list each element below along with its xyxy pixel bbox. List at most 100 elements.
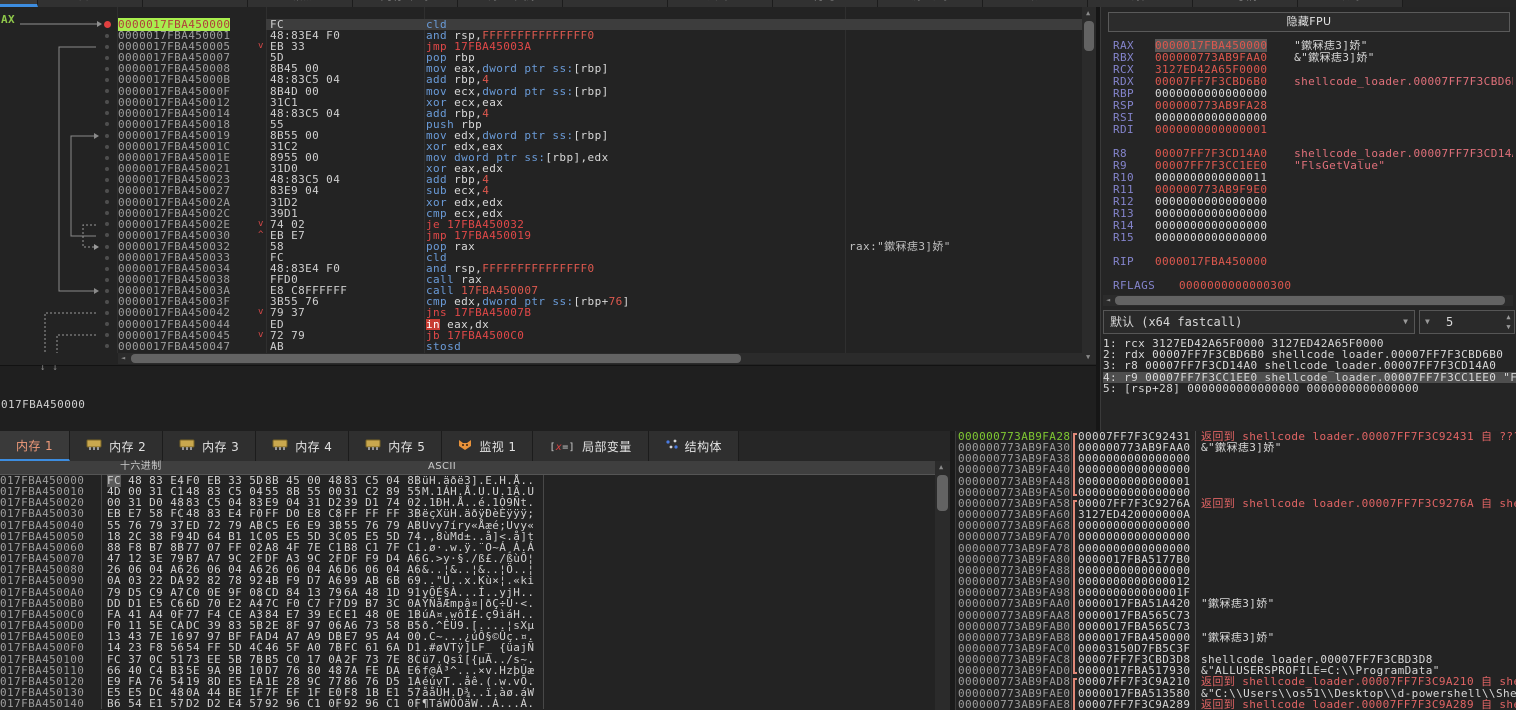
- stack-row[interactable]: 000000773AB9FAD800007FF7F3C9A210返回到 shel…: [956, 676, 1516, 687]
- bottom-tab-6[interactable]: 监视 1: [442, 431, 533, 461]
- disasm-row[interactable]: 0000017FBA45003AE8 C8FFFFFFcall 17FBA450…: [118, 285, 1082, 296]
- stack-row[interactable]: 000000773AB9FA700000000000000000: [956, 531, 1516, 542]
- dump-row[interactable]: 017FBA450140B6 54 E1 57D2 D2 E4 5792 96 …: [0, 698, 935, 709]
- register-row-rdi[interactable]: RDI0000000000000001: [1113, 124, 1513, 136]
- row-dot-icon[interactable]: [105, 167, 109, 171]
- row-dot-icon[interactable]: [105, 178, 109, 182]
- bottom-tab-8[interactable]: 结构体: [649, 431, 739, 461]
- top-tab-9[interactable]: 源代码: [878, 0, 983, 7]
- row-dot-icon[interactable]: [105, 156, 109, 160]
- top-tab-3[interactable]: 断点: [248, 0, 353, 7]
- stack-row[interactable]: 000000773AB9FAE800007FF7F3C9A289返回到 shel…: [956, 699, 1516, 710]
- bottom-tab-3[interactable]: 内存 3: [163, 431, 256, 461]
- row-dot-icon[interactable]: [105, 289, 109, 293]
- bottom-tab-4[interactable]: 内存 4: [256, 431, 349, 461]
- dump-header-ascii: ASCII: [428, 461, 456, 473]
- disasm-row[interactable]: 0000017FBA45001C31C2xor edx,eax: [118, 141, 1082, 152]
- row-dot-icon[interactable]: [105, 78, 109, 82]
- disasm-row[interactable]: 0000017FBA4500198B55 00mov edx,dword ptr…: [118, 130, 1082, 141]
- top-tab-10[interactable]: 引用: [983, 0, 1088, 7]
- dump-row[interactable]: 017FBA450030EB E7 58 FC48 83 E4 F0FF D0 …: [0, 508, 935, 519]
- disasm-row[interactable]: 0000017FBA450033FCcld: [118, 252, 1082, 263]
- register-row-rip[interactable]: RIP0000017FBA450000: [1113, 256, 1513, 268]
- disasm-row[interactable]: 0000017FBA45003258pop raxrax:"鏉冧痣3]娇": [118, 241, 1082, 252]
- top-tab-cpu[interactable]: CPU: [0, 0, 38, 7]
- disasm-row[interactable]: 0000017FBA45002348:83C5 04add rbp,4: [118, 174, 1082, 185]
- register-row-rflags[interactable]: RFLAGS0000000000000300: [1113, 280, 1513, 292]
- row-dot-icon[interactable]: [105, 56, 109, 60]
- bottom-tab-7[interactable]: [x=]局部变量: [533, 431, 648, 461]
- row-dot-icon[interactable]: [105, 45, 109, 49]
- disasm-row[interactable]: 0000017FBA450042v79 37jns 17FBA45007B: [118, 307, 1082, 318]
- row-dot-icon[interactable]: [105, 145, 109, 149]
- breakpoint-icon[interactable]: [104, 21, 111, 28]
- top-tab-12[interactable]: 句柄: [1193, 0, 1298, 7]
- disasm-row[interactable]: 0000017FBA4500075Dpop rbp: [118, 52, 1082, 63]
- row-dot-icon[interactable]: [105, 134, 109, 138]
- row-dot-icon[interactable]: [105, 256, 109, 260]
- call-argument-1[interactable]: 1: rcx 3127ED42A65F0000 3127ED42A65F0000: [1103, 338, 1516, 349]
- call-argument-5[interactable]: 5: [rsp+28] 0000000000000000 00000000000…: [1103, 383, 1516, 394]
- dump-row[interactable]: 017FBA4500900A 03 22 DA92 82 78 924B F9 …: [0, 575, 935, 586]
- bottom-tab-1[interactable]: 内存 1: [0, 431, 70, 461]
- spinner-arrows-icon[interactable]: ▲▼: [1506, 312, 1511, 332]
- disasm-row[interactable]: 0000017FBA45003448:83E4 F0and rsp,FFFFFF…: [118, 263, 1082, 274]
- top-tab-2[interactable]: 笔记: [143, 0, 248, 7]
- top-tab-1[interactable]: 日志: [38, 0, 143, 7]
- disasm-row[interactable]: 0000017FBA45000148:83E4 F0and rsp,FFFFFF…: [118, 30, 1082, 41]
- top-tab-4[interactable]: 内存布局: [353, 0, 458, 7]
- hide-fpu-button[interactable]: 隐藏FPU: [1108, 12, 1510, 32]
- disasm-row[interactable]: 0000017FBA450000FCcld: [118, 19, 1082, 30]
- top-tab-13[interactable]: 跟踪: [1298, 0, 1403, 7]
- disasm-row[interactable]: 0000017FBA45002131D0xor eax,edx: [118, 163, 1082, 174]
- dump-row[interactable]: 017FBA450100FC 37 0C 5173 EE 5B 7BB5 C0 …: [0, 654, 935, 665]
- bottom-tab-2[interactable]: 内存 2: [70, 431, 163, 461]
- row-dot-icon[interactable]: [105, 34, 109, 38]
- argument-count-spinner[interactable]: ▼ 5 ▲▼: [1419, 310, 1515, 334]
- top-tab-6[interactable]: SEH: [563, 0, 668, 7]
- row-dot-icon[interactable]: [105, 300, 109, 304]
- call-arguments-list: 1: rcx 3127ED42A65F0000 3127ED42A65F0000…: [1103, 338, 1516, 394]
- top-tab-5[interactable]: 调用堆栈: [458, 0, 563, 7]
- disasm-row[interactable]: 0000017FBA450045v72 79jb 17FBA4500C0: [118, 330, 1082, 341]
- disasm-row[interactable]: 0000017FBA450038FFD0call rax: [118, 274, 1082, 285]
- disasm-row[interactable]: 0000017FBA45003F3B55 76cmp edx,dword ptr…: [118, 296, 1082, 307]
- stack-row[interactable]: 000000773AB9FAA00000017FBA51A420"鏉冧痣3]娇": [956, 598, 1516, 609]
- disasm-row[interactable]: 0000017FBA450005vEB 33jmp 17FBA45003A: [118, 41, 1082, 52]
- disasm-row[interactable]: 0000017FBA45001448:83C5 04add rbp,4: [118, 108, 1082, 119]
- registers-horizontal-scrollbar[interactable]: ◄: [1103, 295, 1513, 306]
- dump-vertical-scrollbar[interactable]: ▲: [935, 461, 950, 710]
- call-argument-2[interactable]: 2: rdx 00007FF7F3CBD6B0 shellcode_loader…: [1103, 349, 1516, 360]
- disasm-horizontal-scrollbar[interactable]: ◄: [118, 353, 1082, 364]
- register-row-r15[interactable]: R150000000000000000: [1113, 232, 1513, 244]
- top-tab-8[interactable]: 符号: [773, 0, 878, 7]
- row-dot-icon[interactable]: [105, 278, 109, 282]
- disasm-row[interactable]: 0000017FBA45002C39D1cmp ecx,edx: [118, 208, 1082, 219]
- row-dot-icon[interactable]: [105, 67, 109, 71]
- top-tab-11[interactable]: 线程: [1088, 0, 1193, 7]
- row-dot-icon[interactable]: [105, 267, 109, 271]
- disasm-row[interactable]: 0000017FBA45002783E9 04sub ecx,4: [118, 185, 1082, 196]
- row-dot-icon[interactable]: [105, 245, 109, 249]
- disasm-row[interactable]: 0000017FBA45001231C1xor ecx,eax: [118, 97, 1082, 108]
- disasm-row[interactable]: 0000017FBA45002A31D2xor edx,edx: [118, 197, 1082, 208]
- dump-row[interactable]: 017FBA4500F014 23 F8 5654 FF 5D 4C46 5F …: [0, 642, 935, 653]
- stack-row[interactable]: 000000773AB9FAA80000017FBA565C73: [956, 610, 1516, 621]
- disasm-row[interactable]: 0000017FBA45000F8B4D 00mov ecx,dword ptr…: [118, 86, 1082, 97]
- call-argument-3[interactable]: 3: r8 00007FF7F3CD14A0 shellcode_loader.…: [1103, 360, 1516, 371]
- disasm-row[interactable]: 0000017FBA45001E8955 00mov dword ptr ss:…: [118, 152, 1082, 163]
- top-tab-7[interactable]: 脚本: [668, 0, 773, 7]
- bottom-tab-5[interactable]: 内存 5: [349, 431, 442, 461]
- disasm-row[interactable]: 0000017FBA4500088B45 00mov eax,dword ptr…: [118, 63, 1082, 74]
- calling-convention-select[interactable]: 默认 (x64 fastcall) ▼: [1103, 310, 1415, 334]
- ram-icon: [272, 439, 288, 454]
- disasm-row[interactable]: 0000017FBA450044EDin eax,dx: [118, 319, 1082, 330]
- disasm-vertical-scrollbar[interactable]: ▲ ▼: [1082, 7, 1096, 364]
- disasm-row[interactable]: 0000017FBA450047ABstosd: [118, 341, 1082, 352]
- call-argument-4[interactable]: 4: r9 00007FF7F3CC1EE0 shellcode_loader.…: [1103, 372, 1516, 383]
- stack-row[interactable]: 000000773AB9FA400000000000000000: [956, 464, 1516, 475]
- row-dot-icon[interactable]: [105, 189, 109, 193]
- disasm-row[interactable]: 0000017FBA45001855push rbp: [118, 119, 1082, 130]
- disasm-row[interactable]: 0000017FBA45000B48:83C5 04add rbp,4: [118, 74, 1082, 85]
- disasm-row[interactable]: 0000017FBA45002Ev74 02je 17FBA450032: [118, 219, 1082, 230]
